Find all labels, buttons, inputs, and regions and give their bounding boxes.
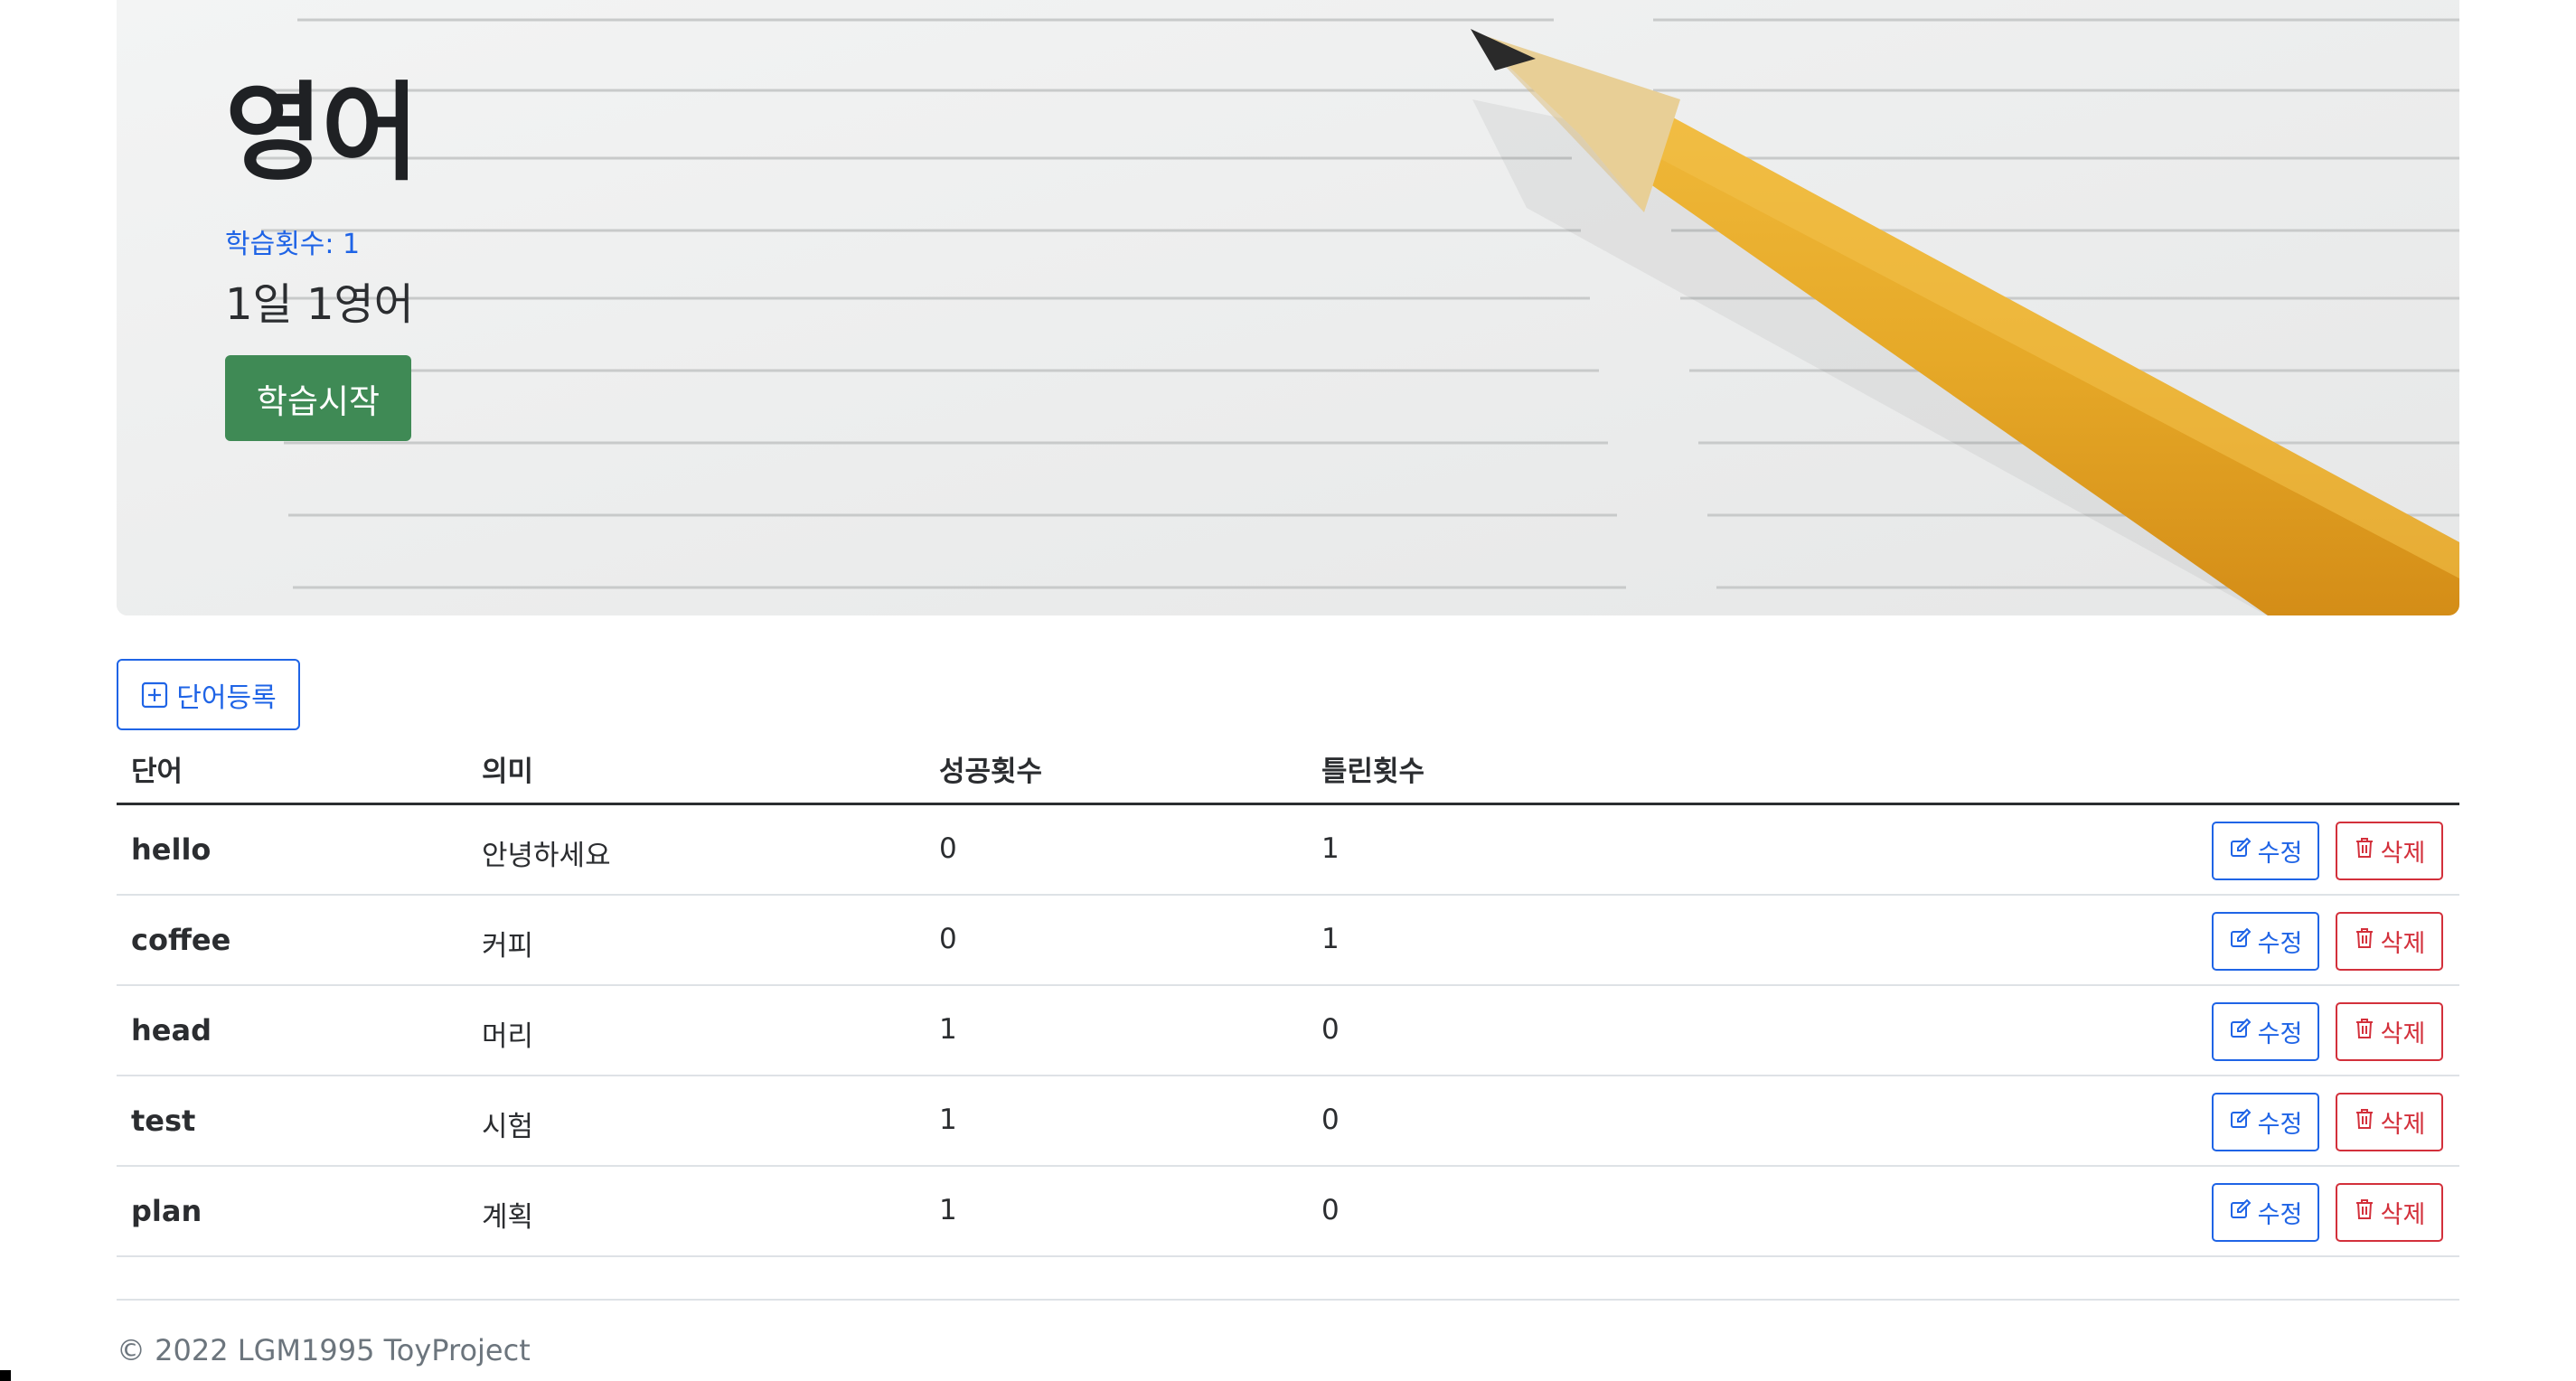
edit-button[interactable]: 수정	[2212, 1002, 2319, 1061]
trash-icon	[2354, 1198, 2375, 1227]
add-word-label: 단어등록	[176, 682, 277, 713]
header-word: 단어	[131, 756, 183, 788]
add-word-button[interactable]: 단어등록	[117, 659, 300, 730]
edit-label: 수정	[2257, 840, 2303, 867]
fail-cell: 1	[1321, 923, 1340, 955]
delete-label: 삭제	[2380, 930, 2426, 957]
edit-label: 수정	[2257, 1111, 2303, 1138]
edit-button[interactable]: 수정	[2212, 822, 2319, 880]
hero-banner: 영어 학습횟수: 1 1일 1영어 학습시작	[117, 0, 2459, 615]
word-table: 단어 의미 성공횟수 틀린횟수 hello 안녕하세요 0 1 수정 삭제 co…	[117, 741, 2459, 1257]
fail-cell: 0	[1321, 1194, 1340, 1226]
trash-icon	[2354, 836, 2375, 866]
window-corner	[0, 1370, 11, 1381]
edit-button[interactable]: 수정	[2212, 912, 2319, 971]
table-row: hello 안녕하세요 0 1 수정 삭제	[117, 805, 2459, 896]
delete-label: 삭제	[2380, 1201, 2426, 1228]
success-cell: 1	[939, 1104, 957, 1136]
word-cell: head	[131, 1013, 212, 1047]
table-row: plan 계획 1 0 수정 삭제	[117, 1167, 2459, 1257]
delete-label: 삭제	[2380, 1020, 2426, 1047]
table-header: 단어 의미 성공횟수 틀린횟수	[117, 741, 2459, 805]
table-row: head 머리 1 0 수정 삭제	[117, 986, 2459, 1076]
page-title: 영어	[225, 70, 419, 195]
pencil-square-icon	[2229, 836, 2252, 866]
delete-button[interactable]: 삭제	[2336, 1183, 2443, 1242]
success-cell: 1	[939, 1013, 957, 1046]
footer-copyright: © 2022 LGM1995 ToyProject	[117, 1333, 531, 1367]
header-meaning: 의미	[482, 756, 534, 788]
meaning-cell: 계획	[482, 1201, 534, 1234]
header-fail-count: 틀린횟수	[1321, 756, 1425, 788]
delete-button[interactable]: 삭제	[2336, 1093, 2443, 1151]
pencil-square-icon	[2229, 1198, 2252, 1227]
page-container: 영어 학습횟수: 1 1일 1영어 학습시작 단어등록 단어 의미 성공횟수 틀…	[117, 0, 2459, 1367]
meaning-cell: 시험	[482, 1111, 534, 1143]
success-cell: 0	[939, 832, 957, 865]
subject-description: 1일 1영어	[225, 279, 414, 330]
pencil-notebook-image	[117, 0, 2459, 615]
edit-label: 수정	[2257, 930, 2303, 957]
word-cell: plan	[131, 1194, 202, 1228]
success-cell: 0	[939, 923, 957, 955]
fail-cell: 0	[1321, 1013, 1340, 1046]
header-success-count: 성공횟수	[939, 756, 1043, 788]
word-cell: test	[131, 1104, 196, 1138]
delete-button[interactable]: 삭제	[2336, 912, 2443, 971]
edit-button[interactable]: 수정	[2212, 1093, 2319, 1151]
delete-label: 삭제	[2380, 840, 2426, 867]
word-cell: coffee	[131, 923, 231, 957]
word-cell: hello	[131, 832, 212, 867]
delete-label: 삭제	[2380, 1111, 2426, 1138]
edit-label: 수정	[2257, 1020, 2303, 1047]
pencil-square-icon	[2229, 1017, 2252, 1047]
fail-cell: 0	[1321, 1104, 1340, 1136]
trash-icon	[2354, 926, 2375, 956]
pencil-square-icon	[2229, 926, 2252, 956]
success-cell: 1	[939, 1194, 957, 1226]
start-study-button[interactable]: 학습시작	[225, 355, 411, 441]
edit-button[interactable]: 수정	[2212, 1183, 2319, 1242]
study-count: 학습횟수: 1	[225, 229, 361, 260]
trash-icon	[2354, 1107, 2375, 1137]
delete-button[interactable]: 삭제	[2336, 1002, 2443, 1061]
meaning-cell: 커피	[482, 930, 534, 963]
edit-label: 수정	[2257, 1201, 2303, 1228]
pencil-square-icon	[2229, 1107, 2252, 1137]
meaning-cell: 안녕하세요	[482, 840, 611, 872]
fail-cell: 1	[1321, 832, 1340, 865]
meaning-cell: 머리	[482, 1020, 534, 1053]
table-row: test 시험 1 0 수정 삭제	[117, 1076, 2459, 1167]
trash-icon	[2354, 1017, 2375, 1047]
delete-button[interactable]: 삭제	[2336, 822, 2443, 880]
table-row: coffee 커피 0 1 수정 삭제	[117, 896, 2459, 986]
footer-divider	[117, 1299, 2459, 1301]
plus-square-icon	[140, 681, 169, 709]
